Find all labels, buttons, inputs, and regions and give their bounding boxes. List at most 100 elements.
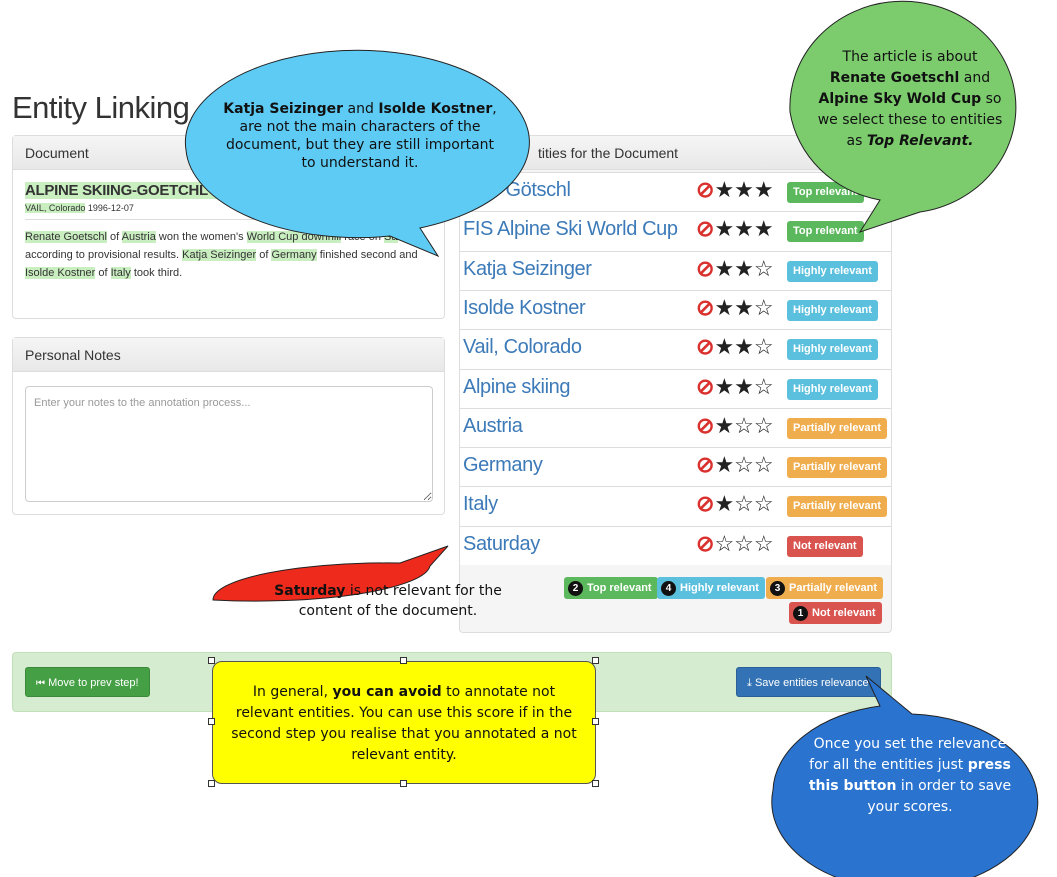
resize-handle-tl[interactable] <box>208 657 215 664</box>
star-rating[interactable]: ⊘★☆☆ <box>696 413 774 439</box>
prev-step-button[interactable]: ⏮ Move to prev step! <box>25 667 150 697</box>
resize-handle-bm[interactable] <box>400 780 407 787</box>
entity-mention[interactable]: Renate Goetschl <box>25 231 107 243</box>
star-rating[interactable]: ⊘★★☆ <box>696 334 774 360</box>
entity-row: Italy ⊘★☆☆ Partially relevant <box>460 486 891 525</box>
entity-mention[interactable]: Sa <box>384 231 398 243</box>
entity-mention[interactable]: Isolde Kostner <box>25 267 96 279</box>
entity-mention[interactable]: Katja Seizinger <box>182 249 257 261</box>
star-rating[interactable]: ⊘★★★ <box>696 216 774 242</box>
resize-handle-ml[interactable] <box>208 718 215 725</box>
relevance-badge: Highly relevant <box>787 299 878 321</box>
stars-icon[interactable]: ★☆☆ <box>714 413 773 438</box>
stars-icon[interactable]: ★☆☆ <box>714 452 773 477</box>
stars-icon[interactable]: ☆☆☆ <box>714 531 773 556</box>
relevance-badge: Partially relevant <box>787 496 888 518</box>
resize-handle-mr[interactable] <box>592 718 599 725</box>
document-text: according to provisional results. <box>25 249 183 261</box>
clear-rating-icon[interactable]: ⊘ <box>696 334 714 360</box>
entity-mention[interactable]: World Cup downhill <box>246 231 342 243</box>
summary-label: Highly relevant <box>680 582 759 594</box>
document-text: took third. <box>130 267 183 279</box>
entity-link[interactable]: Saturday <box>463 533 540 556</box>
clear-rating-icon[interactable]: ⊘ <box>696 491 714 517</box>
summary-count: 1 <box>793 606 808 621</box>
document-date: 1996-12-07 <box>87 203 134 213</box>
entity-row: nate Götschl ⊘★★★ Top relevant <box>460 172 891 211</box>
star-rating[interactable]: ⊘★☆☆ <box>696 491 774 517</box>
entity-link[interactable]: Austria <box>463 415 523 438</box>
entity-link[interactable]: Isolde Kostner <box>463 297 586 320</box>
document-meta: VAIL, Colorado 1996-12-07 <box>25 203 432 220</box>
stars-icon[interactable]: ★★☆ <box>714 374 773 399</box>
callout-important-entities: Katja Seizinger and Isolde Kostner, are … <box>222 100 498 172</box>
summary-badge: 4 Highly relevant <box>657 577 765 599</box>
star-rating[interactable]: ⊘★★☆ <box>696 374 774 400</box>
relevance-badge: Top relevant <box>787 182 864 203</box>
star-rating[interactable]: ⊘☆☆☆ <box>696 531 774 557</box>
entity-mention[interactable]: Italy <box>110 267 131 279</box>
page-title: Entity Linking St <box>12 90 216 126</box>
clear-rating-icon[interactable]: ⊘ <box>696 177 714 203</box>
callout-text-1: and <box>343 101 379 117</box>
entities-panel: tities for the Document nate Götschl ⊘★★★… <box>459 135 892 633</box>
relevance-badge: Highly relevant <box>787 260 878 282</box>
clear-rating-icon[interactable]: ⊘ <box>696 295 714 321</box>
entity-link[interactable]: nate Götschl <box>463 179 571 202</box>
document-text: finished second and <box>316 249 418 261</box>
document-text: of <box>95 267 111 279</box>
summary-count: 2 <box>568 581 583 596</box>
stars-icon[interactable]: ★★☆ <box>714 334 773 359</box>
relevance-badge: Partially relevant <box>787 457 888 479</box>
stars-icon[interactable]: ★★☆ <box>714 256 773 281</box>
document-title: ALPINE SKIING-GOETCHL WINS <box>25 182 432 199</box>
summary-badge: 1 Not relevant <box>789 602 882 624</box>
entity-link[interactable]: FIS Alpine Ski World Cup <box>463 218 678 241</box>
stars-icon[interactable]: ★★★ <box>714 216 773 241</box>
summary-badge: 2 Top relevant <box>564 577 658 599</box>
resize-handle-tr[interactable] <box>592 657 599 664</box>
star-rating[interactable]: ⊘★★☆ <box>696 256 774 282</box>
entity-list: nate Götschl ⊘★★★ Top relevant FIS Alpine S… <box>460 172 891 565</box>
entity-row: Saturday ⊘☆☆☆ Not relevant <box>460 525 891 565</box>
notes-textarea[interactable] <box>25 386 433 502</box>
relevance-badge: Highly relevant <box>787 339 878 361</box>
stars-icon[interactable]: ★☆☆ <box>714 491 773 516</box>
save-relevance-button[interactable]: ⤓ Save entities relevance <box>736 667 881 697</box>
summary-badge: 3 Partially relevant <box>766 577 884 599</box>
callout-text-3: The article is about <box>842 49 978 65</box>
clear-rating-icon[interactable]: ⊘ <box>696 452 714 478</box>
resize-handle-tm[interactable] <box>400 657 407 664</box>
entity-link[interactable]: Vail, Colorado <box>463 336 582 359</box>
entity-row: FIS Alpine Ski World Cup ⊘★★★ Top relevant <box>460 211 891 250</box>
clear-rating-icon[interactable]: ⊘ <box>696 374 714 400</box>
callout-bold-7: you can avoid <box>332 684 442 700</box>
entity-link[interactable]: Katja Seizinger <box>463 258 592 281</box>
entity-row: Katja Seizinger ⊘★★☆ Highly relevant <box>460 250 891 290</box>
clear-rating-icon[interactable]: ⊘ <box>696 413 714 439</box>
callout-save-hint: Once you set the relevance for all the e… <box>804 734 1016 818</box>
stars-icon[interactable]: ★★★ <box>714 177 773 202</box>
callout-avoid-note: In general, you can avoid to annotate no… <box>212 661 596 784</box>
entity-mention[interactable]: Germany <box>271 249 317 261</box>
entity-link[interactable]: Italy <box>463 493 498 516</box>
resize-handle-br[interactable] <box>592 780 599 787</box>
clear-rating-icon[interactable]: ⊘ <box>696 531 714 557</box>
entity-link[interactable]: Germany <box>463 454 543 477</box>
entity-link[interactable]: Alpine skiing <box>463 376 570 399</box>
entity-mention[interactable]: Austria <box>121 231 156 243</box>
callout-bold-2: Isolde Kostner <box>378 101 493 117</box>
stars-icon[interactable]: ★★☆ <box>714 295 773 320</box>
star-rating[interactable]: ⊘★★☆ <box>696 295 774 321</box>
callout-bold-5: Top Relevant. <box>866 133 974 149</box>
relevance-badge: Not relevant <box>787 535 863 557</box>
star-rating[interactable]: ⊘★★★ <box>696 177 774 203</box>
relevance-badge: Highly relevant <box>787 378 878 400</box>
star-rating[interactable]: ⊘★☆☆ <box>696 452 774 478</box>
clear-rating-icon[interactable]: ⊘ <box>696 256 714 282</box>
resize-handle-bl[interactable] <box>208 780 215 787</box>
callout-bold-6: Saturday <box>274 583 346 599</box>
callout-bold-3: Renate Goetschl <box>829 70 960 86</box>
clear-rating-icon[interactable]: ⊘ <box>696 216 714 242</box>
entity-row: Isolde Kostner ⊘★★☆ Highly relevant <box>460 289 891 329</box>
